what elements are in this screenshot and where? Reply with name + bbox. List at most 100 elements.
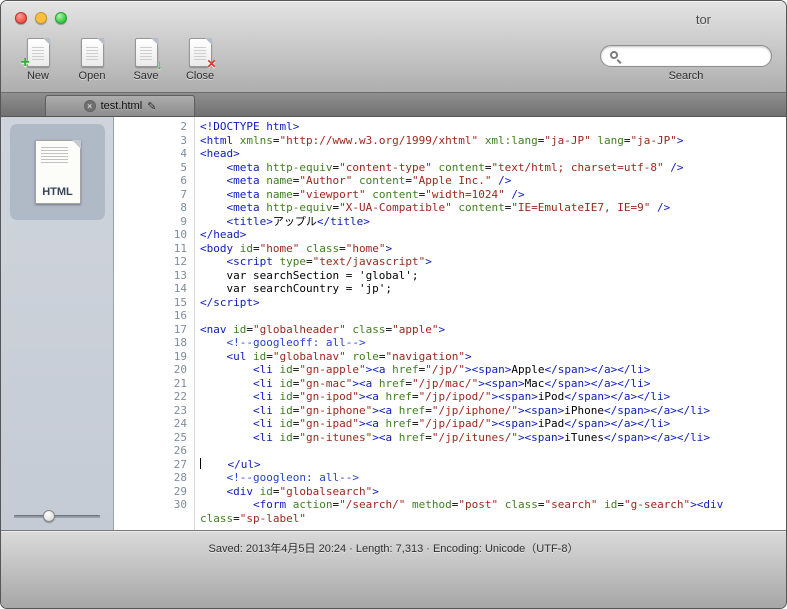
line-number: 3 <box>180 133 187 147</box>
close-button-label: Close <box>185 70 215 82</box>
code-line[interactable]: <form action="/search/" method="post" cl… <box>194 498 730 512</box>
code-line[interactable]: <li id="gn-mac"><a href="/jp/mac/"><span… <box>194 377 650 391</box>
tab-label: test.html <box>100 100 143 112</box>
code-line[interactable]: <li id="gn-ipod"><a href="/jp/ipod/"><sp… <box>194 390 670 404</box>
code-line[interactable]: <script type="text/javascript"> <box>194 255 432 269</box>
close-window-button[interactable] <box>15 12 27 24</box>
code-line[interactable]: <ul id="globalnav" role="navigation"> <box>194 350 472 364</box>
code-row: class="sp-label" <box>114 512 786 526</box>
new-button[interactable]: + New <box>15 38 61 82</box>
slider-thumb[interactable] <box>43 510 55 522</box>
code-line[interactable]: <li id="gn-itunes"><a href="/jp/itunes/"… <box>194 431 710 445</box>
code-line[interactable]: <li id="gn-ipad"><a href="/jp/ipad/"><sp… <box>194 417 670 431</box>
code-row: 6 <meta name="Author" content="Apple Inc… <box>114 174 786 188</box>
code-line[interactable]: <meta name="viewport" content="width=102… <box>194 188 525 202</box>
line-number: 22 <box>173 390 187 403</box>
toolbar: + New Open ↓ Save ✕ Close Search <box>1 35 786 93</box>
code-line[interactable]: <body id="home" class="home"> <box>194 242 392 256</box>
code-line[interactable]: </head> <box>194 228 246 242</box>
code-line[interactable] <box>194 309 200 323</box>
line-number: 5 <box>180 160 187 174</box>
new-document-icon: + <box>21 38 50 71</box>
code-line[interactable]: <li id="gn-iphone"><a href="/jp/iphone/"… <box>194 404 710 418</box>
titlebar[interactable]: tor <box>1 1 786 35</box>
save-button-label: Save <box>133 70 159 82</box>
save-button[interactable]: ↓ Save <box>123 38 169 82</box>
code-row: 8 <meta http-equiv="X-UA-Compatible" con… <box>114 201 786 215</box>
line-number: 6 <box>180 174 187 187</box>
editor-window: tor + New Open ↓ Save ✕ Close Search × t… <box>0 0 787 609</box>
code-row: 7 <meta name="viewport" content="width=1… <box>114 188 786 202</box>
line-number: 8 <box>180 201 187 214</box>
search-field[interactable] <box>600 45 772 67</box>
code-line[interactable]: </ul> <box>194 457 261 472</box>
edited-pencil-icon: ✎ <box>147 100 157 113</box>
new-button-label: New <box>26 70 49 82</box>
save-document-icon: ↓ <box>134 38 163 72</box>
status-text: Saved: 2013年4月5日 20:24 · Length: 7,313 ·… <box>208 543 579 555</box>
code-row: 16 <box>114 309 786 323</box>
code-line[interactable]: <!DOCTYPE html> <box>194 120 299 134</box>
code-line[interactable]: <div id="globalsearch"> <box>194 485 379 499</box>
file-thumbnail-item[interactable]: HTML <box>10 124 105 220</box>
code-row: 15 </script> <box>114 296 786 310</box>
window-title-fragment: tor <box>695 12 711 27</box>
line-number: 17 <box>173 322 187 336</box>
code-line[interactable] <box>194 444 200 458</box>
code-line[interactable]: <meta name="Author" content="Apple Inc."… <box>194 174 512 188</box>
code-line[interactable]: var searchCountry = 'jp'; <box>194 282 392 296</box>
line-number: 12 <box>173 255 187 268</box>
line-number: 18 <box>173 336 187 349</box>
main-content: HTML t 2<!DOCTYPE html>3<html xmlns="htt… <box>1 117 786 530</box>
minimize-window-button[interactable] <box>35 12 47 24</box>
line-number: 28 <box>173 471 187 484</box>
code-line[interactable]: <nav id="globalheader" class="apple"> <box>194 323 445 337</box>
code-row: 22 <li id="gn-ipod"><a href="/jp/ipod/">… <box>114 390 786 404</box>
code-row: 25 <li id="gn-itunes"><a href="/jp/itune… <box>114 431 786 445</box>
line-number: 11 <box>173 241 187 255</box>
zoom-window-button[interactable] <box>55 12 67 24</box>
code-row: 29 <div id="globalsearch"> <box>114 485 786 499</box>
code-line[interactable]: <title>アップル</title> <box>194 215 370 229</box>
code-row: 11 <body id="home" class="home"> <box>114 242 786 256</box>
code-line[interactable]: <meta http-equiv="X-UA-Compatible" conte… <box>194 201 671 215</box>
code-row: 21 <li id="gn-mac"><a href="/jp/mac/"><s… <box>114 377 786 391</box>
code-line[interactable]: <li id="gn-apple"><a href="/jp/"><span>A… <box>194 363 650 377</box>
close-button[interactable]: ✕ Close <box>177 38 223 82</box>
code-editor[interactable]: 2 <!DOCTYPE html> 3 <html xmlns="http://www… <box>114 117 786 530</box>
code-line[interactable]: </script> <box>194 296 260 310</box>
search-input[interactable] <box>627 47 769 65</box>
thumbnail-zoom-slider[interactable] <box>14 510 100 522</box>
tab-close-icon[interactable]: × <box>83 100 96 112</box>
line-number: 2 <box>180 120 187 133</box>
code-line[interactable]: <head> <box>194 147 240 161</box>
sidebar: HTML <box>1 117 114 530</box>
code-line[interactable]: class="sp-label" <box>194 512 306 526</box>
window-chrome: tor + New Open ↓ Save ✕ Close Search <box>1 1 786 93</box>
code-line[interactable]: <html xmlns="http://www.w3.org/1999/xhtm… <box>194 134 684 148</box>
search-icon <box>610 51 618 59</box>
search-label: Search <box>668 70 704 82</box>
line-number: 19 <box>173 349 187 363</box>
tab-test-html[interactable]: × test.html ✎ <box>45 95 195 116</box>
code-line[interactable]: <!--googleon: all--> <box>194 471 359 485</box>
code-row: 17 <nav id="globalheader" class="apple"> <box>114 323 786 337</box>
line-number: 24 <box>173 417 187 430</box>
code-row: 20 <li id="gn-apple"><a href="/jp/"><spa… <box>114 363 786 377</box>
line-number: 4 <box>180 147 187 160</box>
status-bar: Saved: 2013年4月5日 20:24 · Length: 7,313 ·… <box>1 530 786 608</box>
open-button[interactable]: Open <box>69 38 115 82</box>
code-line[interactable]: <!--googleoff: all--> <box>194 336 366 350</box>
code-row: 9 <title>アップル</title> <box>114 215 786 229</box>
code-row: 10 </head> <box>114 228 786 242</box>
code-row: 28 <!--googleon: all--> <box>114 471 786 485</box>
line-number <box>114 512 194 526</box>
code-line[interactable]: var searchSection = 'global'; <box>194 269 418 283</box>
code-row: 5 <meta http-equiv="content-type" conten… <box>114 161 786 175</box>
code-row: 14 var searchCountry = 'jp'; <box>114 282 786 296</box>
code-line[interactable]: <meta http-equiv="content-type" content=… <box>194 161 684 175</box>
line-number: 29 <box>173 484 187 498</box>
code-row: 26 <box>114 444 786 458</box>
search-toolbar-item: Search <box>600 38 772 82</box>
line-number: 9 <box>180 214 187 228</box>
